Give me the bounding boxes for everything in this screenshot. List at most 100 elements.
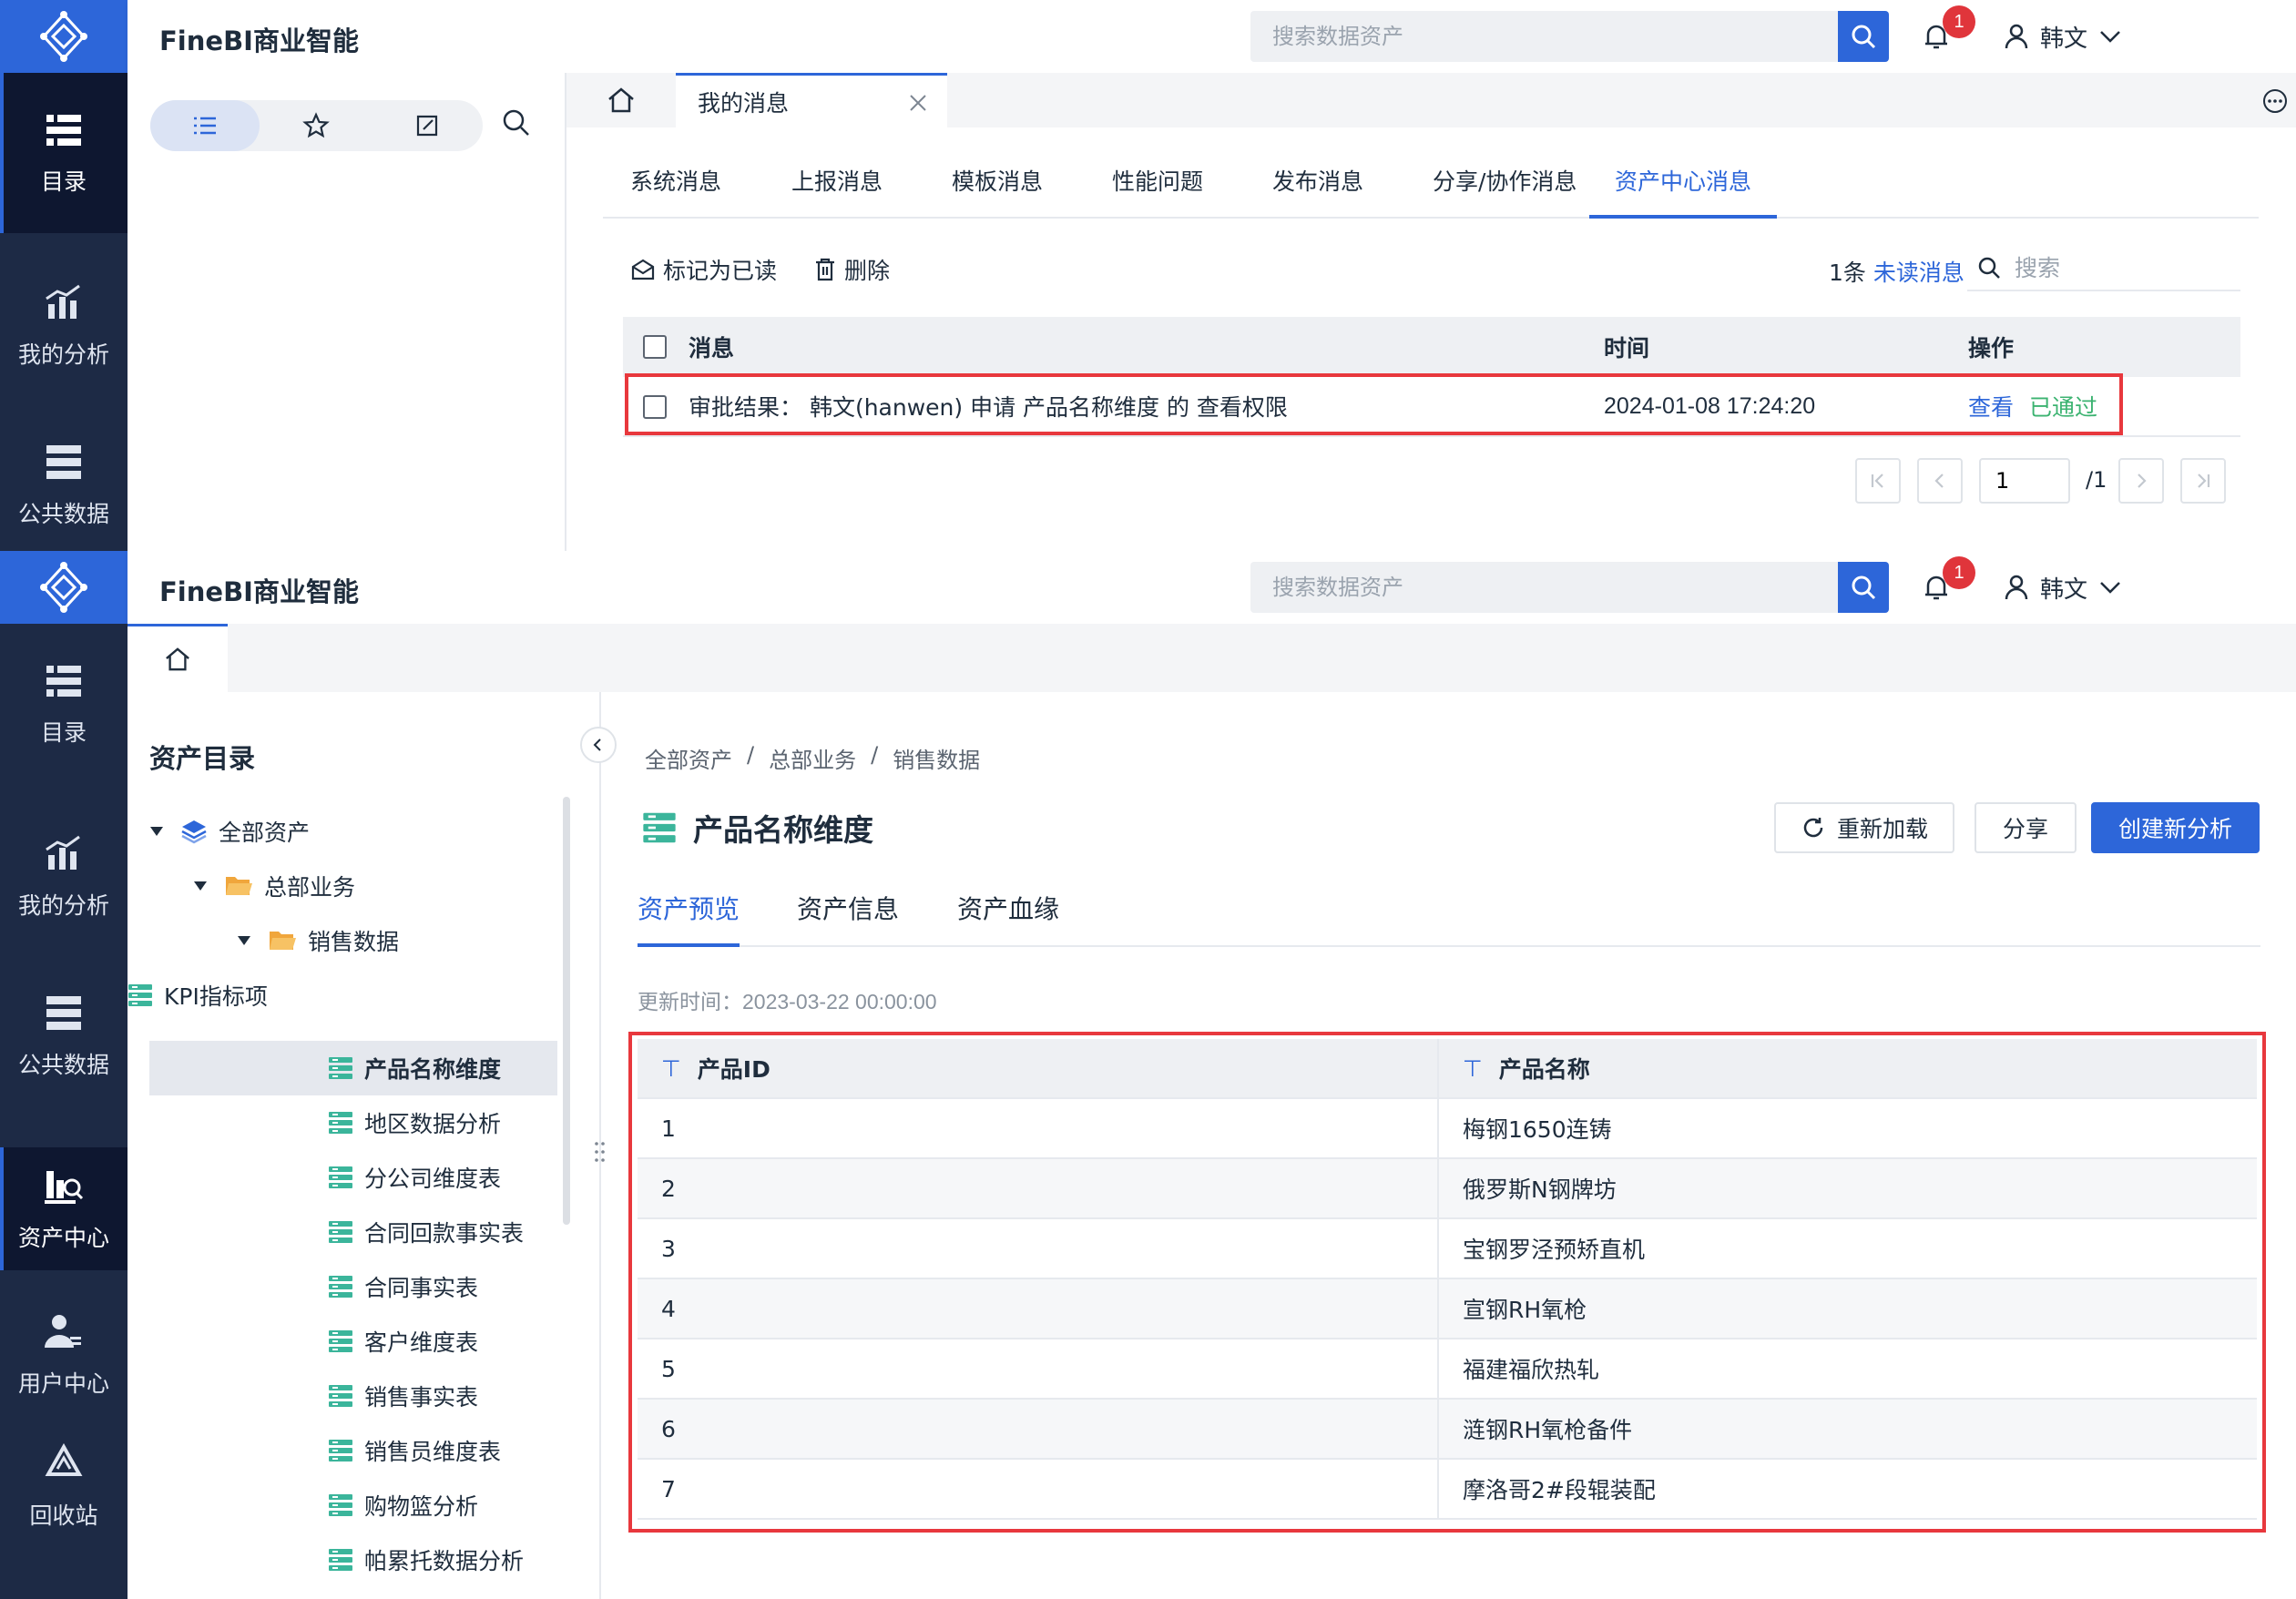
- tree-node-contract-payment-fact[interactable]: 合同回款事实表: [328, 1205, 556, 1259]
- share-label: 分享: [2002, 816, 2048, 842]
- search-icon: [1852, 575, 1876, 600]
- close-icon[interactable]: [907, 92, 929, 114]
- delete-button[interactable]: 删除: [813, 253, 890, 286]
- notification-badge: 1: [1943, 556, 1975, 589]
- tree-scrollbar[interactable]: [563, 797, 570, 1225]
- column-header-time: 时间: [1604, 335, 1650, 362]
- breadcrumb-item[interactable]: 销售数据: [893, 742, 980, 774]
- search-button[interactable]: [1838, 11, 1889, 62]
- tab-asset-info[interactable]: 资产信息: [797, 879, 899, 947]
- mark-read-button[interactable]: 标记为已读: [630, 253, 777, 286]
- tree-node-all-assets[interactable]: 全部资产: [149, 804, 564, 859]
- user-menu[interactable]: 韩文: [2004, 18, 2122, 55]
- page-title: 产品名称维度: [693, 812, 873, 848]
- nav-user-center[interactable]: 用户中心: [0, 1293, 128, 1416]
- unread-link[interactable]: 未读消息: [1873, 260, 1964, 286]
- user-menu[interactable]: 韩文: [2004, 569, 2122, 606]
- caret-down-icon: [150, 827, 163, 836]
- message-search-field[interactable]: [2015, 254, 2215, 281]
- tab-report-messages[interactable]: 上报消息: [791, 146, 883, 219]
- tree-node-sales-data[interactable]: 销售数据: [237, 913, 564, 968]
- tab-system-messages[interactable]: 系统消息: [630, 146, 721, 219]
- nav-catalog[interactable]: 目录: [0, 624, 128, 784]
- recycle-icon: [45, 1442, 83, 1476]
- prev-page-button[interactable]: [1917, 458, 1963, 504]
- tree-node-contract-fact[interactable]: 合同事实表: [328, 1259, 556, 1314]
- tab-asset-lineage[interactable]: 资产血缘: [957, 879, 1059, 947]
- search-button[interactable]: [1838, 562, 1889, 613]
- nav-label: 目录: [40, 719, 87, 746]
- tree-node-kpi[interactable]: KPI指标项: [0, 968, 358, 1023]
- select-all-checkbox[interactable]: [643, 335, 667, 359]
- chart-icon: [46, 835, 80, 870]
- drag-handle-icon[interactable]: [594, 1140, 607, 1164]
- first-page-button[interactable]: [1855, 458, 1901, 504]
- app-logo[interactable]: [0, 551, 128, 624]
- tree-node-customer-dimension[interactable]: 客户维度表: [328, 1314, 556, 1369]
- message-search[interactable]: [1967, 246, 2240, 291]
- asset-search-icon: [45, 1170, 84, 1204]
- list-view-button[interactable]: [150, 100, 260, 151]
- envelope-open-icon: [631, 259, 655, 280]
- tree-node-headquarters[interactable]: 总部业务: [193, 859, 564, 913]
- tree-node-region-analysis[interactable]: 地区数据分析: [328, 1095, 556, 1150]
- edit-button[interactable]: [372, 100, 482, 151]
- nav-recycle-bin[interactable]: 回收站: [0, 1425, 128, 1548]
- unread-summary: 1条 未读消息: [1829, 255, 1964, 288]
- tab-asset-preview[interactable]: 资产预览: [638, 879, 740, 947]
- tree-node-basket-analysis[interactable]: 购物篮分析: [328, 1478, 556, 1533]
- home-icon: [608, 87, 634, 113]
- tree-node-sales-fact[interactable]: 销售事实表: [328, 1369, 556, 1423]
- tab-my-messages[interactable]: 我的消息: [676, 73, 947, 127]
- highlight-box: [625, 373, 2123, 435]
- nav-my-analysis[interactable]: 我的分析: [0, 797, 128, 957]
- share-button[interactable]: 分享: [1975, 802, 2077, 853]
- home-tab[interactable]: [128, 624, 228, 692]
- tab-share-messages[interactable]: 分享/协作消息: [1433, 146, 1577, 219]
- breadcrumb-item[interactable]: 全部资产: [645, 742, 732, 774]
- message-actions: 标记为已读 删除: [630, 251, 926, 288]
- nav-my-analysis[interactable]: 我的分析: [0, 246, 128, 406]
- reload-button[interactable]: 重新加载: [1774, 802, 1954, 853]
- search-icon[interactable]: [501, 107, 532, 138]
- home-tab[interactable]: [566, 73, 676, 127]
- tab-asset-center-messages[interactable]: 资产中心消息: [1589, 146, 1778, 219]
- last-page-button[interactable]: [2180, 458, 2226, 504]
- next-page-button[interactable]: [2118, 458, 2164, 504]
- tab-template-messages[interactable]: 模板消息: [952, 146, 1043, 219]
- tree-node-label: 销售事实表: [364, 1384, 479, 1411]
- message-type-tabs: 系统消息 上报消息 模板消息 性能问题 发布消息 分享/协作消息 资产中心消息: [603, 146, 2259, 219]
- asset-search-input[interactable]: [1250, 562, 1842, 613]
- tree-node-label: 总部业务: [264, 874, 356, 901]
- reload-label: 重新加载: [1836, 816, 1928, 842]
- nav-asset-center[interactable]: 资产中心: [0, 1147, 128, 1270]
- create-analysis-button[interactable]: 创建新分析: [2091, 802, 2260, 853]
- collapse-panel-button[interactable]: [580, 727, 617, 763]
- update-time: 更新时间：2023-03-22 00:00:00: [638, 984, 937, 1015]
- nav-catalog[interactable]: 目录: [0, 73, 128, 233]
- tree-node-pareto-analysis[interactable]: 帕累托数据分析: [328, 1533, 556, 1587]
- tree-node-label: 合同回款事实表: [364, 1220, 525, 1247]
- folder-open-icon: [270, 932, 296, 950]
- app-logo[interactable]: [0, 0, 128, 73]
- tab-performance-issues[interactable]: 性能问题: [1112, 146, 1203, 219]
- nav-label: 回收站: [29, 1502, 98, 1529]
- favorites-button[interactable]: [261, 100, 371, 151]
- user-icon: [2005, 24, 2028, 49]
- brand-title: FineBI商业智能: [159, 25, 359, 56]
- more-icon[interactable]: [2261, 87, 2289, 115]
- notification-badge: 1: [1943, 5, 1975, 38]
- tree-node-salesperson-dimension[interactable]: 销售员维度表: [328, 1423, 556, 1478]
- caret-down-icon: [238, 936, 250, 945]
- page-number-input[interactable]: [1979, 458, 2070, 504]
- tree-node-branch-dimension[interactable]: 分公司维度表: [328, 1150, 556, 1205]
- chevron-down-icon: [2100, 31, 2120, 43]
- tab-publish-messages[interactable]: 发布消息: [1272, 146, 1363, 219]
- tree-node-product-name-dimension[interactable]: 产品名称维度: [149, 1041, 557, 1095]
- breadcrumb-item[interactable]: 总部业务: [769, 742, 856, 774]
- tree-node-label: 产品名称维度: [364, 1056, 502, 1083]
- asset-search-field[interactable]: [1250, 11, 1842, 62]
- brand-title: FineBI商业智能: [159, 576, 359, 607]
- asset-search-input[interactable]: [1250, 11, 1842, 62]
- asset-search-field[interactable]: [1250, 562, 1842, 613]
